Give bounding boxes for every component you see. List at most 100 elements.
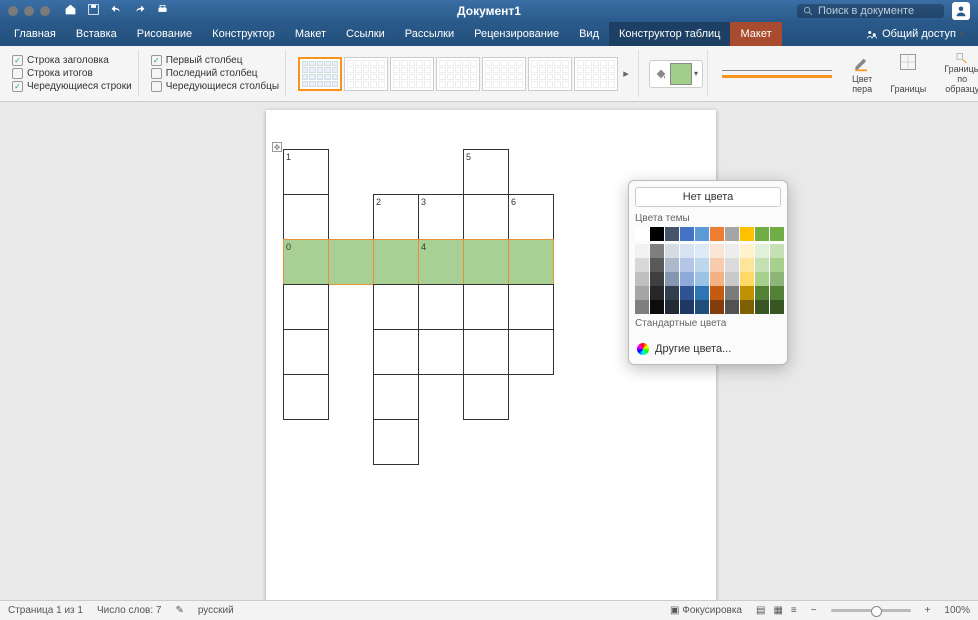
undo-icon[interactable] [110,3,123,19]
check-first-col[interactable]: Первый столбец [151,55,279,66]
cell-r2c0[interactable]: 0 [283,239,329,285]
color-swatch[interactable] [665,300,679,314]
cell-r0c4[interactable]: 5 [463,149,509,195]
color-swatch[interactable] [740,244,754,258]
color-swatch[interactable] [755,300,769,314]
cell-r4c0[interactable] [283,329,329,375]
pen-color-button[interactable]: Цвет пера [846,50,878,97]
cell-r1c3[interactable]: 3 [418,194,464,240]
cell-r3c3[interactable] [418,284,464,330]
color-swatch[interactable] [665,286,679,300]
color-swatch[interactable] [770,272,784,286]
color-swatch[interactable] [650,227,664,241]
color-swatch[interactable] [695,272,709,286]
check-banded-cols[interactable]: Чередующиеся столбцы [151,81,279,92]
status-spellcheck-icon[interactable]: ✎ [175,605,183,616]
color-swatch[interactable] [725,300,739,314]
view-web-icon[interactable]: ▦ [773,605,782,616]
check-total-row[interactable]: Строка итогов [12,68,132,79]
color-swatch[interactable] [680,227,694,241]
color-swatch[interactable] [710,272,724,286]
color-swatch[interactable] [635,286,649,300]
cell-r5c0[interactable] [283,374,329,420]
cell-r1c2[interactable]: 2 [373,194,419,240]
search-box[interactable] [797,4,944,18]
view-print-icon[interactable]: ▤ [756,605,765,616]
color-swatch[interactable] [710,300,724,314]
view-outline-icon[interactable]: ≡ [791,605,797,616]
cell-r4c4[interactable] [463,329,509,375]
color-swatch[interactable] [725,227,739,241]
tab-insert[interactable]: Вставка [66,22,127,46]
cell-r0c0[interactable]: 1 [283,149,329,195]
color-swatch[interactable] [740,258,754,272]
focus-mode-button[interactable]: ▣ Фокусировка [670,605,742,616]
cell-r3c2[interactable] [373,284,419,330]
cell-r4c3[interactable] [418,329,464,375]
color-swatch[interactable] [755,272,769,286]
border-style-thin[interactable] [722,70,832,71]
cell-r2c1[interactable] [328,239,374,285]
table-anchor-icon[interactable]: ✥ [272,142,282,152]
color-swatch[interactable] [680,272,694,286]
cell-r2c4[interactable] [463,239,509,285]
table-style-5[interactable] [482,57,526,91]
color-swatch[interactable] [725,244,739,258]
styles-more-button[interactable]: ▸ [620,67,632,80]
zoom-slider[interactable] [831,609,911,612]
status-words[interactable]: Число слов: 7 [97,605,161,616]
cell-r5c2[interactable] [373,374,419,420]
window-controls[interactable] [8,6,50,16]
color-swatch[interactable] [650,272,664,286]
table-style-4[interactable] [436,57,480,91]
cell-r1c5[interactable]: 6 [508,194,554,240]
check-header-row[interactable]: Строка заголовка [12,55,132,66]
cell-r2c2[interactable] [373,239,419,285]
tab-review[interactable]: Рецензирование [464,22,569,46]
color-swatch[interactable] [770,227,784,241]
user-avatar[interactable] [952,2,970,20]
table-style-1[interactable] [298,57,342,91]
table-style-2[interactable] [344,57,388,91]
zoom-level[interactable]: 100% [944,605,970,616]
table-style-6[interactable] [528,57,572,91]
color-swatch[interactable] [755,258,769,272]
color-swatch[interactable] [740,227,754,241]
color-swatch[interactable] [635,300,649,314]
color-swatch[interactable] [770,286,784,300]
color-swatch[interactable] [650,286,664,300]
color-swatch[interactable] [755,227,769,241]
color-swatch[interactable] [650,258,664,272]
color-swatch[interactable] [710,227,724,241]
color-swatch[interactable] [755,286,769,300]
color-swatch[interactable] [695,227,709,241]
borders-button[interactable]: Границы [884,50,932,97]
border-painter-button[interactable]: Границы по образцу [938,50,978,97]
shading-button[interactable]: ▾ [649,60,703,88]
zoom-in-button[interactable]: + [925,605,931,616]
cell-r3c5[interactable] [508,284,554,330]
color-swatch[interactable] [695,244,709,258]
color-swatch[interactable] [680,300,694,314]
color-swatch[interactable] [740,286,754,300]
cell-r1c0[interactable] [283,194,329,240]
color-swatch[interactable] [710,286,724,300]
cell-r1c4[interactable] [463,194,509,240]
crossword-table[interactable]: 1 5 2 3 6 0 4 [284,150,554,465]
table-style-3[interactable] [390,57,434,91]
tab-view[interactable]: Вид [569,22,609,46]
color-swatch[interactable] [665,227,679,241]
cell-r6c2[interactable] [373,419,419,465]
check-banded-rows[interactable]: Чередующиеся строки [12,81,132,92]
color-swatch[interactable] [770,244,784,258]
color-swatch[interactable] [710,258,724,272]
document-canvas[interactable]: ✥ 1 5 2 3 6 0 4 [0,102,978,600]
cell-r2c3[interactable]: 4 [418,239,464,285]
color-swatch[interactable] [695,300,709,314]
color-swatch[interactable] [680,286,694,300]
color-swatch[interactable] [680,258,694,272]
color-swatch[interactable] [710,244,724,258]
color-swatch[interactable] [680,244,694,258]
color-swatch[interactable] [725,258,739,272]
color-swatch[interactable] [695,258,709,272]
